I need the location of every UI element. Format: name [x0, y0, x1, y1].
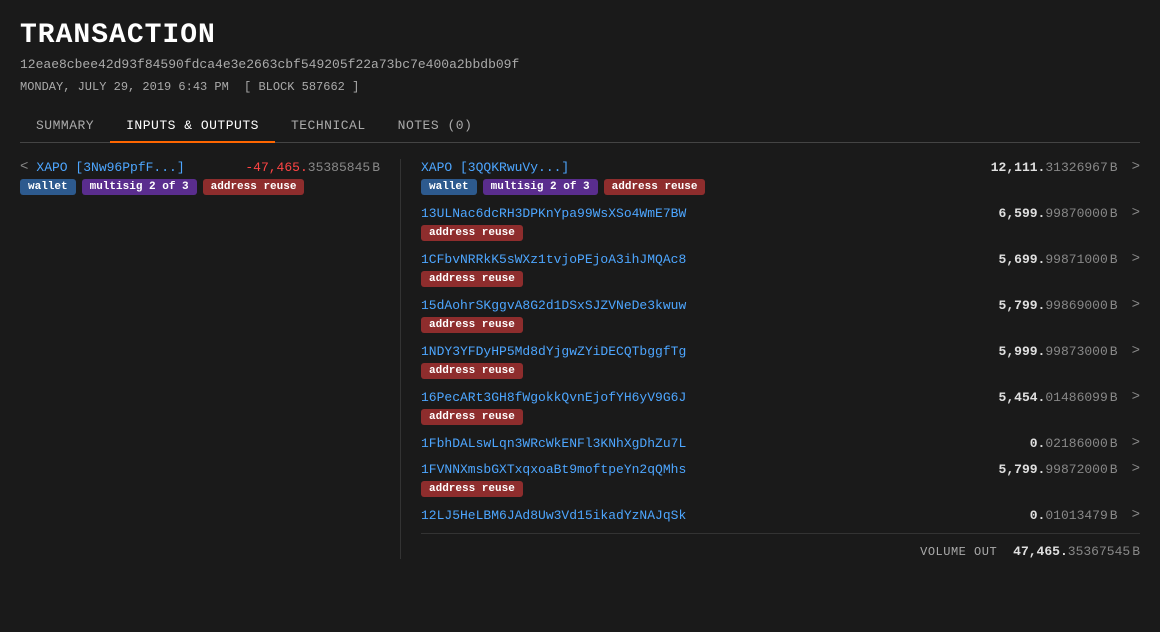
output-address-7[interactable]: 1FVNNXmsbGXTxqxoaBt9moftpeYn2qQMhs	[421, 462, 940, 477]
tag-address-reuse[interactable]: address reuse	[203, 179, 305, 195]
output-tags-7: address reuse	[421, 481, 1140, 497]
output-entry-3: 15dAohrSKggvA8G2d1DSxSJZVNeDe3kwuw 5,799…	[421, 297, 1140, 333]
tabs-bar: SUMMARY INPUTS & OUTPUTS TECHNICAL NOTES…	[20, 110, 1140, 143]
tx-meta: MONDAY, JULY 29, 2019 6:43 PM [ BLOCK 58…	[20, 80, 1140, 94]
volume-out-amount: 47,465.35367545B	[1013, 544, 1140, 559]
output-arrow-6[interactable]: >	[1132, 435, 1140, 451]
tab-technical[interactable]: TECHNICAL	[275, 110, 382, 143]
tab-notes[interactable]: NOTES (0)	[382, 110, 489, 143]
input-name[interactable]: XAPO [3Nw96PpfF...]	[36, 160, 184, 175]
tab-inputs-outputs[interactable]: INPUTS & OUTPUTS	[110, 110, 275, 143]
output-entry-header-0: XAPO [3QQKRwuVy...] 12,111.31326967B >	[421, 159, 1140, 175]
input-amount-decimal: 35385845	[308, 160, 370, 175]
output-amount-0: 12,111.31326967B	[948, 160, 1118, 175]
output-arrow-4[interactable]: >	[1132, 343, 1140, 359]
output-entry-0: XAPO [3QQKRwuVy...] 12,111.31326967B > w…	[421, 159, 1140, 195]
inputs-section: < XAPO [3Nw96PpfF...] -47,465.35385845B …	[20, 159, 400, 559]
output-entry-header-2: 1CFbvNRRkK5sWXz1tvjoPEjoA3ihJMQAc8 5,699…	[421, 251, 1140, 267]
input-amount-negative: -47,465.	[245, 160, 307, 175]
output-address-5[interactable]: 16PecARt3GH8fWgokkQvnEjofYH6yV9G6J	[421, 390, 940, 405]
input-entry: < XAPO [3Nw96PpfF...] -47,465.35385845B …	[20, 159, 380, 195]
input-tags: wallet multisig 2 of 3 address reuse	[20, 179, 380, 195]
output-amount-6: 0.02186000B	[948, 436, 1118, 451]
output-tags-0: wallet multisig 2 of 3 address reuse	[421, 179, 1140, 195]
output-tags-1: address reuse	[421, 225, 1140, 241]
output-address-0[interactable]: XAPO [3QQKRwuVy...]	[421, 160, 940, 175]
volume-out-decimal: 35367545	[1068, 544, 1130, 559]
output-amount-4: 5,999.99873000B	[948, 344, 1118, 359]
output-entry-header-3: 15dAohrSKggvA8G2d1DSxSJZVNeDe3kwuw 5,799…	[421, 297, 1140, 313]
output-arrow-1[interactable]: >	[1132, 205, 1140, 221]
output-tags-2: address reuse	[421, 271, 1140, 287]
output-arrow-3[interactable]: >	[1132, 297, 1140, 313]
input-amount-unit: B	[372, 160, 380, 175]
volume-out-unit: B	[1132, 544, 1140, 559]
block-link[interactable]: [ BLOCK 587662 ]	[244, 80, 359, 94]
output-tag-reuse-4[interactable]: address reuse	[421, 363, 523, 379]
tx-date: MONDAY, JULY 29, 2019 6:43 PM	[20, 80, 229, 94]
output-address-3[interactable]: 15dAohrSKggvA8G2d1DSxSJZVNeDe3kwuw	[421, 298, 940, 313]
output-entry-header-6: 1FbhDALswLqn3WRcWkENFl3KNhXgDhZu7L 0.021…	[421, 435, 1140, 451]
output-entry-header-5: 16PecARt3GH8fWgokkQvnEjofYH6yV9G6J 5,454…	[421, 389, 1140, 405]
input-arrow-left[interactable]: <	[20, 159, 28, 175]
output-tag-reuse-5[interactable]: address reuse	[421, 409, 523, 425]
output-address-6[interactable]: 1FbhDALswLqn3WRcWkENFl3KNhXgDhZu7L	[421, 436, 940, 451]
output-entry-1: 13ULNac6dcRH3DPKnYpa99WsXSo4WmE7BW 6,599…	[421, 205, 1140, 241]
output-tags-4: address reuse	[421, 363, 1140, 379]
output-tag-reuse-0[interactable]: address reuse	[604, 179, 706, 195]
input-amount: -47,465.35385845B	[245, 160, 380, 175]
content-area: < XAPO [3Nw96PpfF...] -47,465.35385845B …	[20, 143, 1140, 559]
output-amount-2: 5,699.99871000B	[948, 252, 1118, 267]
output-arrow-2[interactable]: >	[1132, 251, 1140, 267]
output-tag-reuse-7[interactable]: address reuse	[421, 481, 523, 497]
output-tag-wallet-0[interactable]: wallet	[421, 179, 477, 195]
output-entry-7: 1FVNNXmsbGXTxqxoaBt9moftpeYn2qQMhs 5,799…	[421, 461, 1140, 497]
tag-multisig[interactable]: multisig 2 of 3	[82, 179, 197, 195]
outputs-section: XAPO [3QQKRwuVy...] 12,111.31326967B > w…	[400, 159, 1140, 559]
tx-hash: 12eae8cbee42d93f84590fdca4e3e2663cbf5492…	[20, 57, 1140, 72]
output-tag-reuse-1[interactable]: address reuse	[421, 225, 523, 241]
output-entry-header-1: 13ULNac6dcRH3DPKnYpa99WsXSo4WmE7BW 6,599…	[421, 205, 1140, 221]
output-entry-header-7: 1FVNNXmsbGXTxqxoaBt9moftpeYn2qQMhs 5,799…	[421, 461, 1140, 477]
page-title: TRANSACTION	[20, 20, 1140, 51]
output-arrow-0[interactable]: >	[1132, 159, 1140, 175]
volume-out-whole: 47,465.	[1013, 544, 1068, 559]
output-address-2[interactable]: 1CFbvNRRkK5sWXz1tvjoPEjoA3ihJMQAc8	[421, 252, 940, 267]
output-entry-5: 16PecARt3GH8fWgokkQvnEjofYH6yV9G6J 5,454…	[421, 389, 1140, 425]
output-tags-3: address reuse	[421, 317, 1140, 333]
output-tag-reuse-3[interactable]: address reuse	[421, 317, 523, 333]
volume-out-label: VOLUME OUT	[920, 545, 997, 559]
output-tag-multisig-0[interactable]: multisig 2 of 3	[483, 179, 598, 195]
output-address-8[interactable]: 12LJ5HeLBM6JAd8Uw3Vd15ikadYzNAJqSk	[421, 508, 940, 523]
output-arrow-7[interactable]: >	[1132, 461, 1140, 477]
tag-wallet[interactable]: wallet	[20, 179, 76, 195]
output-amount-3: 5,799.99869000B	[948, 298, 1118, 313]
output-address-4[interactable]: 1NDY3YFDyHP5Md8dYjgwZYiDECQTbggfTg	[421, 344, 940, 359]
tab-summary[interactable]: SUMMARY	[20, 110, 110, 143]
volume-out-row: VOLUME OUT 47,465.35367545B	[421, 533, 1140, 559]
output-entry-6: 1FbhDALswLqn3WRcWkENFl3KNhXgDhZu7L 0.021…	[421, 435, 1140, 451]
output-address-1[interactable]: 13ULNac6dcRH3DPKnYpa99WsXSo4WmE7BW	[421, 206, 940, 221]
output-amount-7: 5,799.99872000B	[948, 462, 1118, 477]
output-amount-8: 0.01013479B	[948, 508, 1118, 523]
output-amount-1: 6,599.99870000B	[948, 206, 1118, 221]
output-entry-4: 1NDY3YFDyHP5Md8dYjgwZYiDECQTbggfTg 5,999…	[421, 343, 1140, 379]
output-arrow-8[interactable]: >	[1132, 507, 1140, 523]
output-amount-5: 5,454.01486099B	[948, 390, 1118, 405]
output-entry-2: 1CFbvNRRkK5sWXz1tvjoPEjoA3ihJMQAc8 5,699…	[421, 251, 1140, 287]
output-arrow-5[interactable]: >	[1132, 389, 1140, 405]
output-tags-5: address reuse	[421, 409, 1140, 425]
input-entry-header: < XAPO [3Nw96PpfF...] -47,465.35385845B	[20, 159, 380, 175]
output-entry-header-8: 12LJ5HeLBM6JAd8Uw3Vd15ikadYzNAJqSk 0.010…	[421, 507, 1140, 523]
output-entry-header-4: 1NDY3YFDyHP5Md8dYjgwZYiDECQTbggfTg 5,999…	[421, 343, 1140, 359]
output-entry-8: 12LJ5HeLBM6JAd8Uw3Vd15ikadYzNAJqSk 0.010…	[421, 507, 1140, 523]
output-tag-reuse-2[interactable]: address reuse	[421, 271, 523, 287]
page-container: TRANSACTION 12eae8cbee42d93f84590fdca4e3…	[0, 0, 1160, 569]
